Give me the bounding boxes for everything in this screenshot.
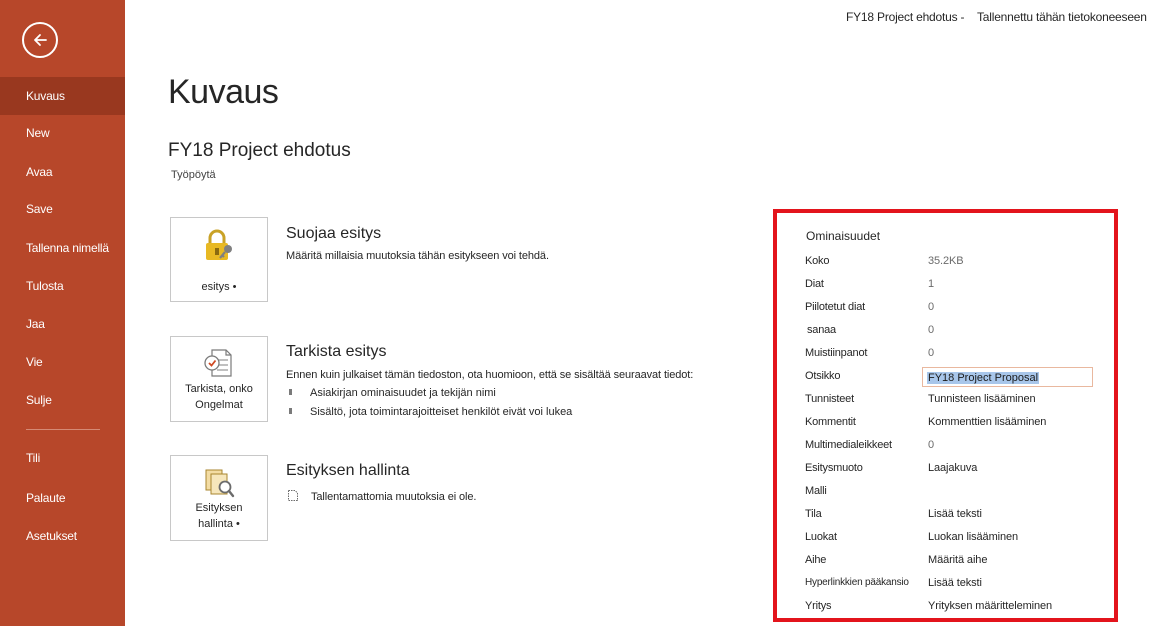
nav-item-tulosta[interactable]: Tulosta (0, 267, 125, 305)
bullet-marker (289, 389, 292, 395)
protect-tile-label: esitys • (201, 281, 237, 293)
inspect-tile-label-line1: Tarkista, onko (185, 383, 253, 395)
nav-item-asetukset[interactable]: Asetukset (0, 517, 125, 555)
backstage-sidebar: Kuvaus New Avaa Save Tallenna nimellä Tu… (0, 0, 125, 626)
prop-value-piilotetut-diat: 0 (928, 301, 935, 313)
prop-value-sanaa: 0 (928, 324, 935, 336)
prop-value-koko: 35.2KB (928, 255, 964, 267)
check-for-issues-button[interactable]: Tarkista, onko Ongelmat (170, 336, 268, 422)
prop-label-koko: Koko (805, 255, 830, 267)
checklist-icon (204, 349, 232, 377)
prop-value-tunnisteet[interactable]: Tunnisteen lisääminen (928, 393, 1036, 405)
prop-value-muistiinpanot: 0 (928, 347, 935, 359)
prop-label-luokat: Luokat (805, 531, 837, 543)
save-status: Tallennettu tähän tietokoneeseen (977, 10, 1147, 24)
inspect-description: Ennen kuin julkaiset tämän tiedoston, ot… (286, 369, 694, 381)
prop-label-tunnisteet: Tunnisteet (805, 393, 854, 405)
prop-value-multimedialeikkeet: 0 (928, 439, 935, 451)
prop-label-malli: Malli (805, 485, 827, 497)
prop-label-diat: Diat (805, 278, 824, 290)
prop-label-muistiinpanot: Muistiinpanot (805, 347, 868, 359)
prop-value-kommentit[interactable]: Kommenttien lisääminen (928, 416, 1046, 428)
nav-item-kuvaus[interactable]: Kuvaus (0, 77, 125, 115)
sidebar-divider (26, 429, 100, 430)
prop-value-hyperlinkkien-paakansio[interactable]: Lisää teksti (928, 577, 982, 589)
prop-label-esitysmuoto: Esitysmuoto (805, 462, 863, 474)
lock-key-icon (206, 229, 232, 260)
manage-presentation-button[interactable]: Esityksen hallinta • (170, 455, 268, 541)
prop-value-esitysmuoto: Laajakuva (928, 462, 978, 474)
protect-description: Määritä millaisia muutoksia tähän esityk… (286, 250, 549, 262)
document-location[interactable]: Työpöytä (171, 169, 216, 181)
back-button[interactable] (22, 22, 58, 58)
nav-item-save[interactable]: Save (0, 190, 125, 228)
title-input-value: FY18 Project Proposal (927, 372, 1040, 384)
prop-value-luokat[interactable]: Luokan lisääminen (928, 531, 1018, 543)
prop-value-tila[interactable]: Lisää teksti (928, 508, 982, 520)
manage-tile-label-line2: hallinta • (198, 518, 240, 530)
properties-heading[interactable]: Ominaisuudet (806, 229, 880, 243)
inspect-bullet-1: Asiakirjan ominaisuudet ja tekijän nimi (310, 387, 496, 399)
prop-label-tila: Tila (805, 508, 822, 520)
prop-label-kommentit: Kommentit (805, 416, 856, 428)
prop-label-aihe: Aihe (805, 554, 827, 566)
protect-title: Suojaa esitys (286, 225, 382, 242)
manage-title: Esityksen hallinta (286, 462, 410, 479)
prop-value-yritys[interactable]: Yrityksen määritteleminen (928, 600, 1052, 612)
prop-label-piilotetut-diat: Piilotetut diat (805, 301, 865, 313)
title-input[interactable]: FY18 Project Proposal (922, 367, 1093, 387)
prop-label-multimedialeikkeet: Multimedialeikkeet (805, 439, 892, 451)
manage-tile-label-line1: Esityksen (195, 502, 243, 514)
protect-presentation-button[interactable]: esitys • (170, 217, 268, 302)
window-doc-name: FY18 Project ehdotus - (846, 10, 965, 24)
back-arrow-icon (34, 34, 47, 46)
nav-item-tallenna-nimella[interactable]: Tallenna nimellä (0, 229, 125, 267)
inspect-title: Tarkista esitys (286, 343, 387, 360)
document-icon (288, 490, 298, 501)
prop-label-hyperlinkkien-paakansio: Hyperlinkkien pääkansio (805, 577, 909, 588)
nav-item-vie[interactable]: Vie (0, 343, 125, 381)
document-title: FY18 Project ehdotus (168, 140, 351, 161)
prop-label-yritys: Yritys (805, 600, 832, 612)
prop-label-sanaa: sanaa (807, 324, 836, 336)
page-title: Kuvaus (168, 73, 279, 111)
nav-item-avaa[interactable]: Avaa (0, 153, 125, 191)
manage-versions-icon (205, 469, 235, 498)
inspect-bullet-2: Sisältö, jota toimintarajoitteiset henki… (310, 406, 573, 418)
manage-description: Tallentamattomia muutoksia ei ole. (311, 491, 477, 503)
prop-value-diat: 1 (928, 278, 935, 290)
bullet-marker (289, 408, 292, 414)
nav-item-sulje[interactable]: Sulje (0, 381, 125, 419)
prop-value-aihe[interactable]: Määritä aihe (928, 554, 987, 566)
inspect-tile-label-line2: Ongelmat (195, 399, 243, 411)
prop-label-otsikko: Otsikko (805, 370, 841, 382)
nav-item-tili[interactable]: Tili (0, 439, 125, 477)
nav-item-palaute[interactable]: Palaute (0, 479, 125, 517)
nav-item-jaa[interactable]: Jaa (0, 305, 125, 343)
nav-item-new[interactable]: New (0, 114, 125, 152)
